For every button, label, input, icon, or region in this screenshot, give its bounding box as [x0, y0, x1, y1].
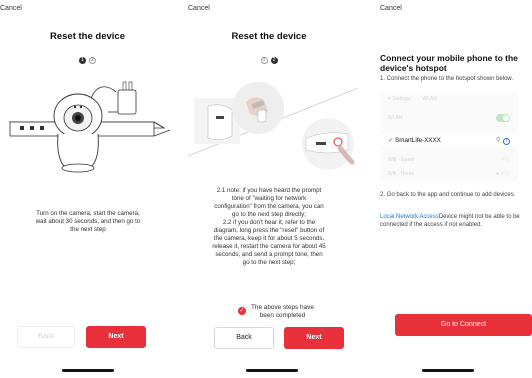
- home-indicator: [422, 369, 474, 372]
- wifi-header-title: WLAN: [422, 96, 437, 102]
- network-name: Wifi - Guest: [388, 156, 415, 163]
- local-network-access-link[interactable]: Local Network Access: [380, 214, 439, 220]
- reset-device-step1-screen: Cancel Reset the device 1 2 Turn on the …: [0, 0, 175, 378]
- steps-completed-checkbox[interactable]: ✓ The above steps have been completed: [238, 304, 314, 320]
- step2-text: 2. Go back to the app and continue to ad…: [380, 192, 516, 198]
- step-indicator: 1 2: [180, 57, 358, 64]
- wlan-label: WLAN: [388, 115, 403, 121]
- cancel-button[interactable]: Cancel: [380, 5, 402, 12]
- reset-button-illustration: [188, 82, 358, 170]
- wifi-settings-illustration: < Settings WLAN WLAN ✓ SmartLife-XXXX ⌔ i…: [380, 92, 518, 182]
- instruction-text: Turn on the camera, start the camera, wa…: [35, 210, 141, 233]
- instruction-text: 2.1 note: if you have heard the prompt t…: [212, 187, 326, 266]
- go-to-connect-button[interactable]: Go to Connect: [395, 314, 532, 336]
- step-dot-2: 2: [89, 57, 96, 64]
- home-indicator: [246, 369, 298, 372]
- step-dot-2: 2: [270, 57, 278, 64]
- selected-network-name: SmartLife-XXXX: [395, 136, 441, 144]
- connect-hotspot-screen: Cancel Connect your mobile phone to the …: [364, 0, 532, 378]
- step-dot-1: 1: [260, 57, 268, 64]
- wifi-signal-icon: ● ◔ ⓘ: [496, 171, 510, 177]
- step1-text: 1. Connect the phone to the hotspot show…: [380, 76, 514, 82]
- page-title: Connect your mobile phone to the device'…: [380, 53, 518, 73]
- network-row-guest: Wifi - Guest ◔ ⓘ: [388, 156, 510, 164]
- checkmark-icon: ✓: [238, 307, 246, 315]
- next-button[interactable]: Next: [284, 327, 344, 349]
- wifi-header: < Settings WLAN: [388, 96, 510, 102]
- local-network-note: Local Network AccessDevice might not be …: [380, 214, 520, 229]
- next-button[interactable]: Next: [86, 326, 146, 348]
- wlan-toggle-row: WLAN: [388, 114, 510, 122]
- home-indicator: [62, 369, 114, 372]
- back-button[interactable]: Back: [17, 326, 75, 348]
- step-dot-1: 1: [79, 57, 86, 64]
- page-title: Reset the device: [231, 31, 307, 42]
- selected-network-row: ✓ SmartLife-XXXX ⌔ i: [380, 134, 518, 146]
- cancel-button[interactable]: Cancel: [0, 5, 22, 12]
- checkmark-icon: ✓: [388, 136, 394, 144]
- info-icon: i: [503, 137, 510, 145]
- wifi-signal-icon: ◔ ⓘ: [500, 157, 510, 163]
- page-title: Reset the device: [50, 31, 125, 42]
- step-indicator: 1 2: [0, 57, 175, 64]
- cancel-button[interactable]: Cancel: [188, 5, 210, 12]
- reset-device-step2-screen: Cancel Reset the device 1 2 2.1 note: if…: [180, 0, 358, 378]
- wlan-toggle: [496, 114, 510, 122]
- wifi-signal-icon: ⌔: [495, 136, 501, 144]
- settings-back-link: < Settings: [388, 96, 411, 102]
- camera-power-illustration: [8, 81, 171, 173]
- checkbox-label: The above steps have been completed: [251, 304, 314, 319]
- network-name: Wifi - Home: [388, 170, 415, 177]
- network-row-home: Wifi - Home ● ◔ ⓘ: [388, 170, 510, 178]
- back-button[interactable]: Back: [214, 327, 274, 349]
